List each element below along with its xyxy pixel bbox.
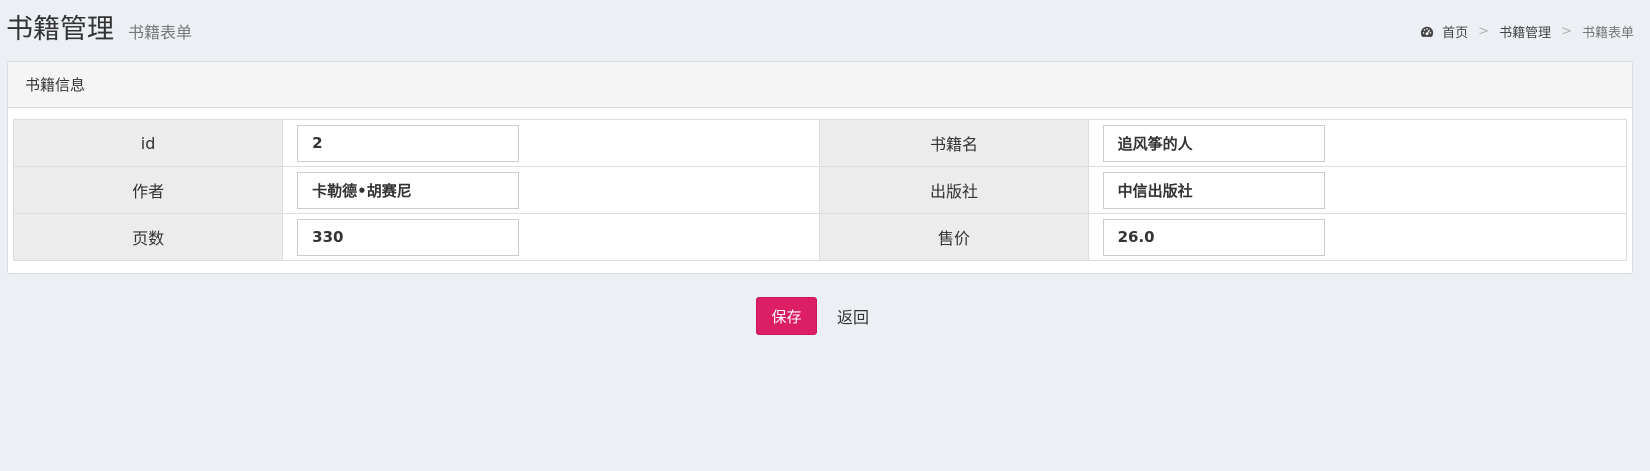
field-label-id: id <box>12 119 284 167</box>
field-label-pages: 页数 <box>12 213 284 261</box>
box-title: 书籍信息 <box>25 76 86 94</box>
book-form-table: id 书籍名 作者 出版社 页数 售价 <box>12 119 1628 261</box>
form-actions: 保存 返回 <box>756 297 869 335</box>
breadcrumb-separator: > <box>1561 24 1572 39</box>
breadcrumb-separator: > <box>1478 24 1490 39</box>
book-name-input[interactable] <box>1102 124 1325 162</box>
id-input[interactable] <box>297 124 520 162</box>
box-header: 书籍信息 <box>8 62 1632 108</box>
page-header: 书籍管理 书籍表单 <box>6 12 192 48</box>
publisher-input[interactable] <box>1102 171 1325 209</box>
save-button[interactable]: 保存 <box>756 297 817 335</box>
author-input[interactable] <box>297 171 520 209</box>
breadcrumb-book-management[interactable]: 书籍管理 <box>1499 22 1551 41</box>
form-row: 页数 售价 <box>12 213 1628 261</box>
breadcrumb: 首页 > 书籍管理 > 书籍表单 <box>1420 22 1634 41</box>
page-title: 书籍管理 <box>6 14 114 45</box>
field-label-publisher: 出版社 <box>819 166 1089 214</box>
form-row: 作者 出版社 <box>12 166 1628 214</box>
field-label-book-name: 书籍名 <box>819 119 1089 167</box>
book-info-box: 书籍信息 id 书籍名 作者 出版社 页数 <box>7 61 1633 274</box>
page-subtitle: 书籍表单 <box>128 23 193 42</box>
breadcrumb-home[interactable]: 首页 <box>1442 22 1468 41</box>
back-link[interactable]: 返回 <box>837 304 869 328</box>
breadcrumb-current: 书籍表单 <box>1581 26 1634 41</box>
pages-input[interactable] <box>297 218 520 256</box>
form-row: id 书籍名 <box>12 119 1628 167</box>
field-label-price: 售价 <box>819 213 1089 261</box>
price-input[interactable] <box>1102 218 1325 256</box>
field-label-author: 作者 <box>12 166 284 214</box>
dashboard-icon <box>1421 26 1434 37</box>
